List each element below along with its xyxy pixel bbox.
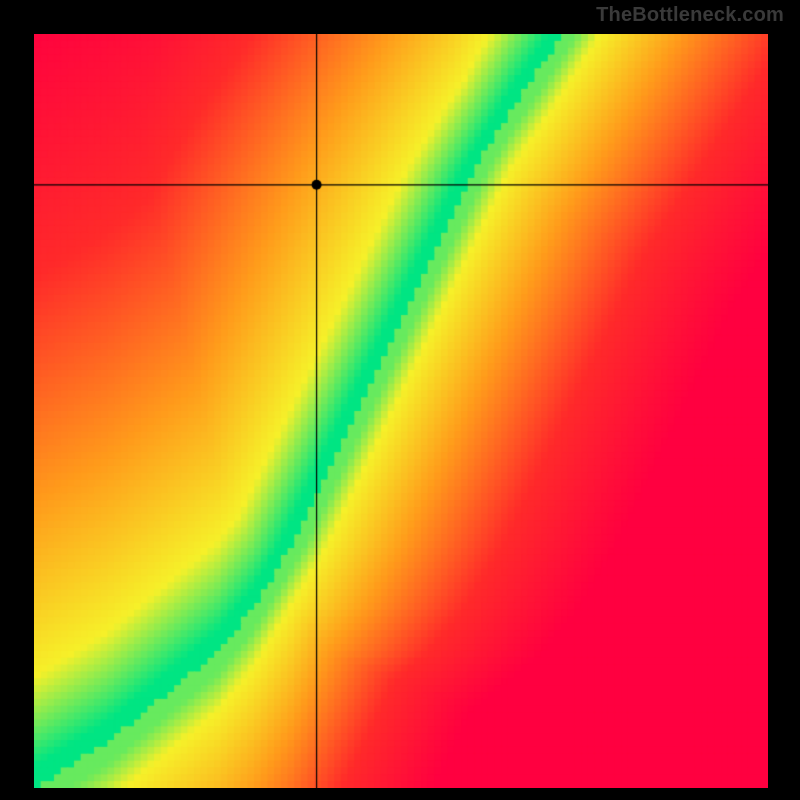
bottleneck-heatmap	[34, 34, 768, 788]
watermark-text: TheBottleneck.com	[596, 4, 784, 27]
chart-container: TheBottleneck.com	[0, 0, 800, 800]
